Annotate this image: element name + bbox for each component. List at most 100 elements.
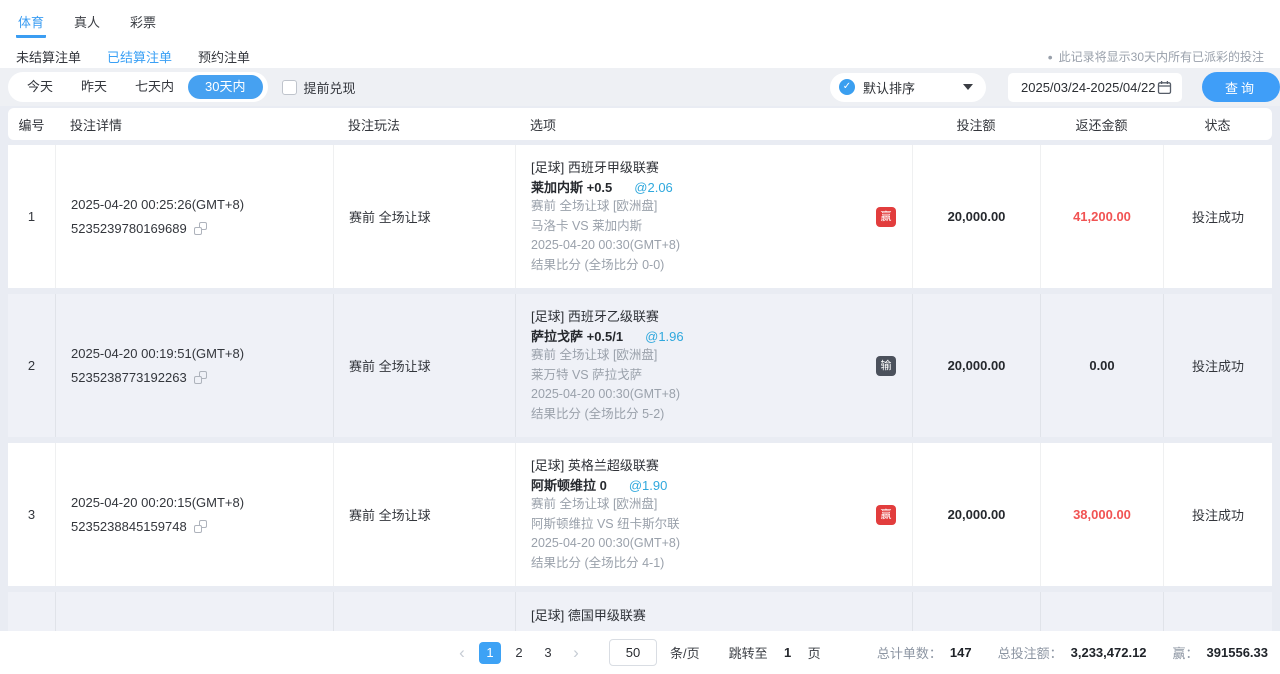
league-name: [足球] 西班牙乙级联赛 bbox=[531, 307, 912, 327]
payout-cell bbox=[1040, 592, 1163, 631]
status-badge: 投注成功 bbox=[1192, 207, 1244, 226]
play-type: 赛前 全场让球 bbox=[349, 505, 515, 524]
result-score: 结果比分 (全场比分 4-1) bbox=[531, 554, 912, 574]
early-cashout-filter[interactable]: 提前兑现 bbox=[282, 78, 356, 97]
page-button-1[interactable]: 1 bbox=[479, 642, 501, 664]
notice-text: 此记录将显示30天内所有已派彩的投注 bbox=[1059, 48, 1264, 65]
header-option: 选项 bbox=[515, 115, 912, 134]
page-unit-label: 页 bbox=[808, 643, 821, 662]
tab-live[interactable]: 真人 bbox=[72, 10, 102, 38]
summary-totals: 总计单数： 147 总投注额： 3,233,472.12 赢： 391556.3… bbox=[877, 631, 1268, 674]
date-range-value: 2025/03/24-2025/04/22 bbox=[1021, 80, 1155, 95]
copy-icon[interactable] bbox=[194, 222, 207, 235]
total-win-value: 391556.33 bbox=[1207, 645, 1268, 660]
sort-dropdown[interactable]: ✓ 默认排序 bbox=[830, 73, 986, 102]
range-today[interactable]: 今天 bbox=[13, 75, 67, 99]
header-status: 状态 bbox=[1163, 115, 1272, 134]
bets-table: 编号 投注详情 投注玩法 选项 投注额 返还金额 状态 1 2025-04-20… bbox=[0, 106, 1280, 631]
row-number: 2 bbox=[8, 294, 55, 437]
match-teams: 阿斯顿维拉 VS 纽卡斯尔联 bbox=[531, 515, 912, 535]
pagination-next-icon[interactable]: › bbox=[566, 643, 586, 663]
payout-cell: 38,000.00 bbox=[1040, 443, 1163, 586]
pagination-prev-icon[interactable]: ‹ bbox=[452, 643, 472, 663]
tab-lottery[interactable]: 彩票 bbox=[128, 10, 158, 38]
match-time: 2025-04-20 00:30(GMT+8) bbox=[531, 534, 912, 554]
match-teams: 莱万特 VS 萨拉戈萨 bbox=[531, 366, 912, 386]
bet-details-cell: 2025-04-20 00:19:51(GMT+8) 5235238773192… bbox=[55, 294, 333, 437]
total-amount-value: 3,233,472.12 bbox=[1071, 645, 1147, 660]
calendar-icon bbox=[1157, 80, 1172, 95]
chevron-down-icon bbox=[963, 84, 973, 90]
row-number: 1 bbox=[8, 145, 55, 288]
result-score: 结果比分 (全场比分 5-2) bbox=[531, 405, 912, 425]
status-cell bbox=[1163, 592, 1272, 631]
range-yesterday[interactable]: 昨天 bbox=[67, 75, 121, 99]
row-number: 3 bbox=[8, 443, 55, 586]
odds-value: @2.06 bbox=[634, 178, 673, 198]
option-cell: [足球] 西班牙乙级联赛 萨拉戈萨 +0.5/1@1.96 赛前 全场让球 [欧… bbox=[515, 294, 912, 437]
market-info: 赛前 全场让球 [欧洲盘] bbox=[531, 495, 912, 515]
status-cell: 投注成功 bbox=[1163, 294, 1272, 437]
option-cell: [足球] 英格兰超级联赛 阿斯顿维拉 0@1.90 赛前 全场让球 [欧洲盘] … bbox=[515, 443, 912, 586]
bet-amount-cell bbox=[912, 592, 1040, 631]
total-win-label: 赢： bbox=[1173, 643, 1199, 662]
page-button-3[interactable]: 3 bbox=[537, 642, 559, 664]
filter-bar: 今天 昨天 七天内 30天内 提前兑现 ✓ 默认排序 2025/03/24-20… bbox=[0, 68, 1280, 106]
table-header-row: 编号 投注详情 投注玩法 选项 投注额 返还金额 状态 bbox=[8, 108, 1272, 140]
league-name: [足球] 西班牙甲级联赛 bbox=[531, 158, 912, 178]
table-row: [足球] 德国甲级联赛 bbox=[8, 592, 1272, 631]
jump-page-input[interactable] bbox=[775, 640, 801, 666]
table-row: 2 2025-04-20 00:19:51(GMT+8) 52352387731… bbox=[8, 294, 1272, 437]
settled-bets-page: 体育 真人 彩票 未结算注单 已结算注单 预约注单 • 此记录将显示30天内所有… bbox=[0, 0, 1280, 674]
copy-icon[interactable] bbox=[194, 371, 207, 384]
option-cell: [足球] 西班牙甲级联赛 莱加内斯 +0.5@2.06 赛前 全场让球 [欧洲盘… bbox=[515, 145, 912, 288]
search-button[interactable]: 查询 bbox=[1202, 72, 1280, 102]
range-7days[interactable]: 七天内 bbox=[121, 75, 188, 99]
table-row: 3 2025-04-20 00:20:15(GMT+8) 52352388451… bbox=[8, 443, 1272, 586]
copy-icon[interactable] bbox=[194, 520, 207, 533]
page-button-2[interactable]: 2 bbox=[508, 642, 530, 664]
play-type: 赛前 全场让球 bbox=[349, 207, 515, 226]
payout-amount: 0.00 bbox=[1089, 358, 1114, 373]
outcome-badge: 赢 bbox=[876, 505, 896, 525]
option-cell: [足球] 德国甲级联赛 bbox=[515, 592, 912, 631]
status-cell: 投注成功 bbox=[1163, 145, 1272, 288]
status-cell: 投注成功 bbox=[1163, 443, 1272, 586]
range-30days[interactable]: 30天内 bbox=[188, 75, 262, 99]
sort-selected-value: 默认排序 bbox=[863, 78, 955, 97]
bet-amount-cell: 20,000.00 bbox=[912, 443, 1040, 586]
outcome-badge: 输 bbox=[876, 356, 896, 376]
bet-amount: 20,000.00 bbox=[948, 209, 1006, 224]
early-cashout-checkbox[interactable] bbox=[282, 80, 297, 95]
header-details: 投注详情 bbox=[55, 115, 333, 134]
total-count-value: 147 bbox=[950, 645, 972, 660]
outcome-badge: 赢 bbox=[876, 207, 896, 227]
market-info: 赛前 全场让球 [欧洲盘] bbox=[531, 346, 912, 366]
header-amount: 投注额 bbox=[912, 115, 1040, 134]
bet-details-cell: 2025-04-20 00:25:26(GMT+8) 5235239780169… bbox=[55, 145, 333, 288]
records-notice: • 此记录将显示30天内所有已派彩的投注 bbox=[1048, 48, 1264, 65]
bet-time: 2025-04-20 00:19:51(GMT+8) bbox=[71, 346, 333, 361]
bet-id: 5235239780169689 bbox=[71, 221, 187, 236]
play-type-cell bbox=[333, 592, 515, 631]
match-time: 2025-04-20 00:30(GMT+8) bbox=[531, 236, 912, 256]
bet-amount-cell: 20,000.00 bbox=[912, 294, 1040, 437]
total-amount-label: 总投注额： bbox=[998, 643, 1063, 662]
row-number bbox=[8, 592, 55, 631]
record-subtabs: 未结算注单 已结算注单 预约注单 • 此记录将显示30天内所有已派彩的投注 bbox=[16, 47, 1264, 66]
play-type-cell: 赛前 全场让球 bbox=[333, 145, 515, 288]
tab-reserved-bets[interactable]: 预约注单 bbox=[198, 47, 250, 66]
odds-value: @1.96 bbox=[645, 327, 684, 347]
page-size-input[interactable] bbox=[609, 639, 657, 666]
pagination: ‹ 1 2 3 › 条/页 跳转至 页 bbox=[452, 631, 821, 674]
play-type-cell: 赛前 全场让球 bbox=[333, 294, 515, 437]
tab-unsettled-bets[interactable]: 未结算注单 bbox=[16, 47, 81, 66]
match-time: 2025-04-20 00:30(GMT+8) bbox=[531, 385, 912, 405]
per-page-label: 条/页 bbox=[670, 643, 700, 662]
status-badge: 投注成功 bbox=[1192, 505, 1244, 524]
date-range-picker[interactable]: 2025/03/24-2025/04/22 bbox=[1008, 73, 1182, 102]
tab-settled-bets[interactable]: 已结算注单 bbox=[107, 47, 172, 66]
tab-sports[interactable]: 体育 bbox=[16, 10, 46, 38]
league-name: [足球] 德国甲级联赛 bbox=[531, 606, 912, 626]
play-type-cell: 赛前 全场让球 bbox=[333, 443, 515, 586]
